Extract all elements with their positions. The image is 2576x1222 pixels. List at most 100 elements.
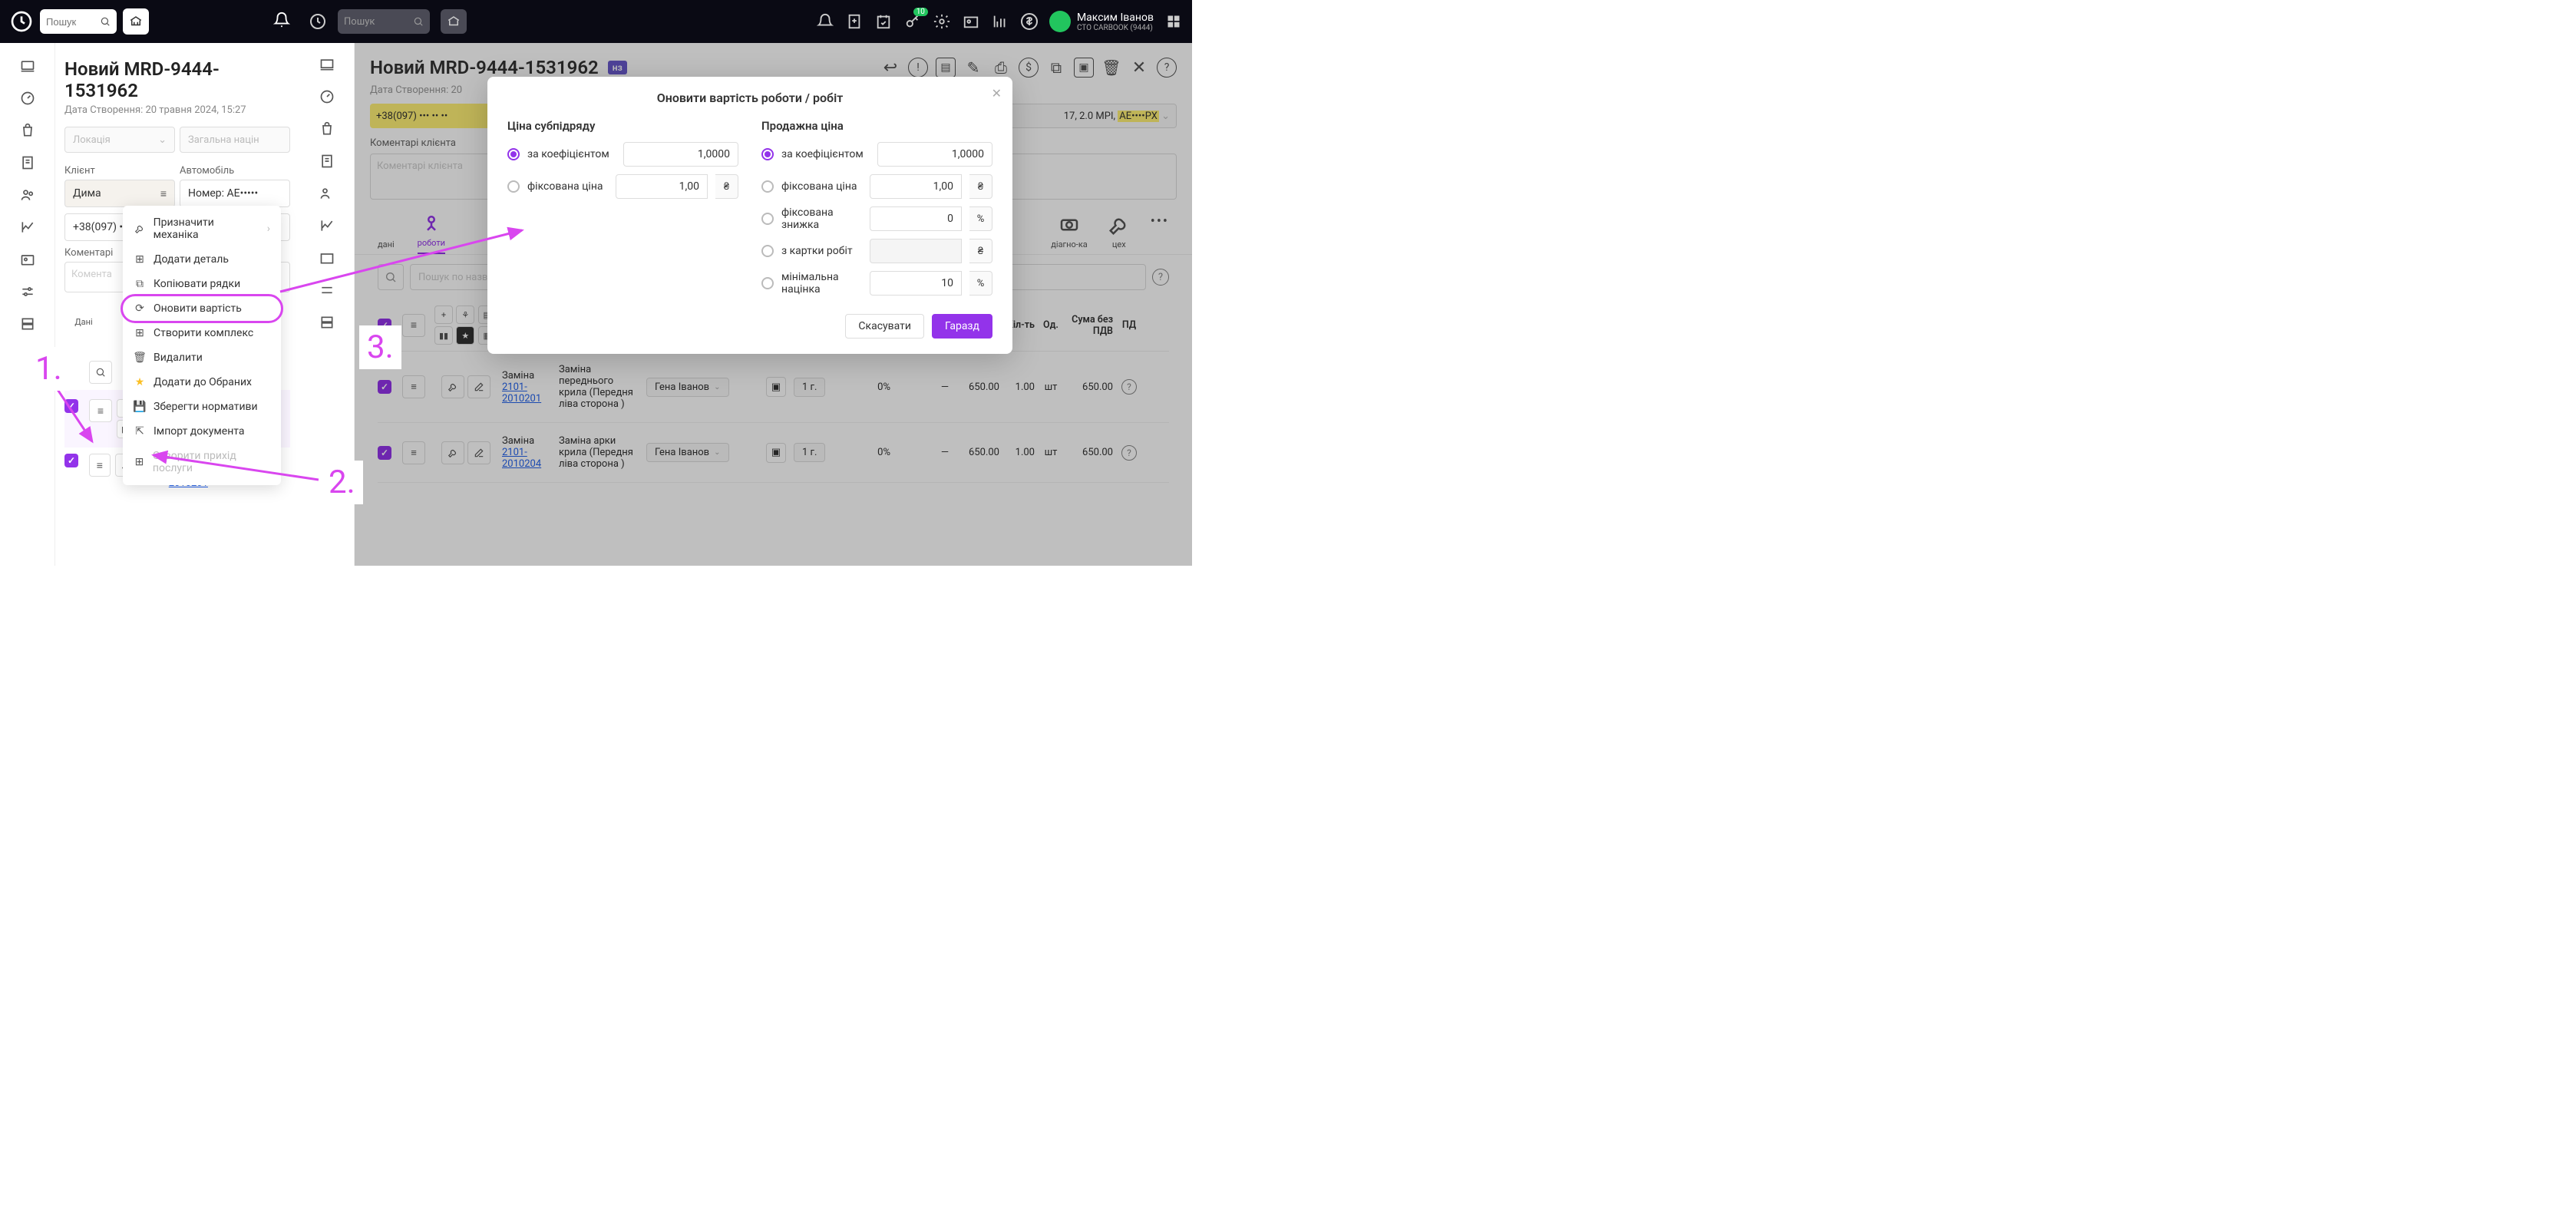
cancel-button[interactable]: Скасувати: [845, 314, 924, 339]
radio-sub-fixed[interactable]: [507, 180, 520, 193]
undo-icon[interactable]: ↩: [880, 58, 900, 78]
people-small-icon[interactable]: ⚘: [456, 306, 474, 324]
wrench-icon[interactable]: [441, 375, 464, 398]
gauge-icon[interactable]: [319, 89, 335, 107]
app-logo-icon[interactable]: [9, 9, 34, 34]
row-checkbox[interactable]: ✓: [64, 399, 78, 413]
server-icon[interactable]: [18, 315, 37, 333]
tab-shop[interactable]: цех: [1108, 213, 1131, 254]
chart-icon[interactable]: [18, 218, 37, 236]
close-icon[interactable]: ✕: [1129, 58, 1149, 78]
row-checkbox[interactable]: ✓: [378, 446, 391, 460]
bell-icon[interactable]: [273, 12, 290, 32]
sale-margin-input[interactable]: 10: [870, 271, 962, 296]
radio-sale-fixed[interactable]: [761, 180, 774, 193]
ctx-create-complex[interactable]: ⊞Створити комплекс: [123, 321, 281, 345]
norm-pill[interactable]: 1 г.: [794, 443, 825, 462]
ok-button[interactable]: Гаразд: [932, 314, 992, 339]
ctx-add-detail[interactable]: ⊞Додати деталь: [123, 247, 281, 272]
barchart-icon[interactable]: [991, 12, 1009, 31]
bag-icon[interactable]: [319, 121, 335, 140]
ctx-copy-rows[interactable]: ⧉Копіювати рядки: [123, 272, 281, 296]
save-icon[interactable]: ▣: [1074, 58, 1094, 78]
tab-data[interactable]: дані: [378, 239, 395, 254]
sale-disc-input[interactable]: 0: [870, 206, 962, 231]
work-code-link[interactable]: 2101-2010204: [502, 447, 554, 470]
apps-icon[interactable]: [1164, 12, 1183, 31]
sale-coef-input[interactable]: 1,0000: [877, 142, 992, 167]
doc-icon[interactable]: ▤: [936, 58, 956, 78]
people-icon[interactable]: [18, 186, 37, 204]
help-search-icon[interactable]: ?: [1152, 269, 1169, 286]
ctx-save-norms[interactable]: 💾Зберегти нормативи: [123, 395, 281, 419]
add-doc-icon[interactable]: [845, 12, 864, 31]
right-search[interactable]: Пошук: [338, 9, 430, 34]
row-checkbox[interactable]: ✓: [378, 380, 391, 394]
id-icon[interactable]: [962, 12, 980, 31]
bank-icon-button[interactable]: [123, 8, 149, 35]
radio-sale-disc[interactable]: [761, 213, 774, 225]
calendar-check-icon[interactable]: [874, 12, 893, 31]
radio-sale-coef[interactable]: [761, 148, 774, 160]
ctx-assign-mechanic[interactable]: Призначити механіка›: [123, 210, 281, 247]
row-menu[interactable]: ≡: [402, 375, 425, 398]
add-icon[interactable]: +: [434, 306, 453, 324]
norm-pill[interactable]: 1 г.: [794, 378, 825, 397]
wrench-icon[interactable]: [441, 441, 464, 464]
copy-icon[interactable]: ⧉: [1046, 58, 1066, 78]
ctx-import-doc[interactable]: ⇱Імпорт документа: [123, 419, 281, 444]
pencil-icon[interactable]: [467, 375, 490, 398]
print-icon[interactable]: ⎙: [991, 58, 1011, 78]
sale-fixed-input[interactable]: 1,00: [870, 174, 962, 199]
pencil-icon[interactable]: [467, 441, 490, 464]
mechanic-select[interactable]: Гена Іванов⌄: [646, 378, 729, 397]
trash-icon[interactable]: 🗑: [1101, 58, 1121, 78]
help-icon[interactable]: ?: [1157, 58, 1177, 78]
left-search-input[interactable]: [40, 9, 117, 34]
bag-icon[interactable]: [18, 121, 37, 140]
gauge-icon[interactable]: [18, 89, 37, 107]
modal-close-icon[interactable]: ✕: [992, 86, 1002, 101]
server-icon[interactable]: [319, 315, 335, 333]
receipt-icon[interactable]: [18, 154, 37, 172]
sub-coef-input[interactable]: 1,0000: [623, 142, 738, 167]
row-menu[interactable]: ≡: [402, 441, 425, 464]
bank-icon[interactable]: [441, 9, 467, 34]
vehicle-number-field[interactable]: Номер: АЕ•••••: [180, 180, 290, 207]
gear-icon[interactable]: [933, 12, 951, 31]
header-menu-btn[interactable]: ≡: [402, 314, 425, 337]
card-icon[interactable]: ▣: [766, 443, 786, 463]
receipt-icon[interactable]: [319, 154, 335, 172]
dollar-icon[interactable]: [1020, 12, 1039, 31]
mechanic-select[interactable]: Гена Іванов⌄: [646, 443, 729, 462]
signature-icon[interactable]: ✎: [963, 58, 983, 78]
star-icon[interactable]: ★: [456, 326, 474, 345]
people-icon[interactable]: [319, 186, 335, 204]
location-select[interactable]: Локація⌄: [64, 127, 175, 153]
chart-icon[interactable]: [319, 218, 335, 236]
tab-data[interactable]: Дані: [64, 317, 103, 327]
id-card-icon[interactable]: [319, 250, 335, 269]
id-card-icon[interactable]: [18, 250, 37, 269]
user-menu[interactable]: Максим Іванов СТО CARBOOK (9444): [1049, 11, 1154, 32]
ctx-delete[interactable]: 🗑Видалити: [123, 345, 281, 370]
money-icon[interactable]: $: [1019, 58, 1039, 78]
sub-fixed-input[interactable]: 1,00: [616, 174, 708, 199]
pd-help-icon[interactable]: ?: [1121, 445, 1137, 461]
search-btn-small[interactable]: [89, 361, 112, 384]
ctx-update-price[interactable]: ⟳Оновити вартість: [123, 296, 281, 321]
app-logo-icon[interactable]: [309, 12, 327, 31]
row-checkbox-1[interactable]: ✓: [64, 454, 78, 467]
work-code-link[interactable]: 2101-2010201: [502, 381, 554, 405]
row-menu-btn[interactable]: ≡: [89, 399, 112, 422]
key-icon[interactable]: 10: [903, 12, 922, 31]
laptop-icon[interactable]: [18, 57, 37, 75]
bell-icon[interactable]: [816, 12, 834, 31]
markup-select[interactable]: Загальна націн: [180, 127, 290, 153]
more-tabs-icon[interactable]: •••: [1151, 213, 1169, 254]
card-icon[interactable]: ▣: [766, 377, 786, 397]
info-icon[interactable]: !: [908, 58, 928, 78]
search-square[interactable]: [378, 264, 404, 290]
tab-diagnostics[interactable]: діагно-ка: [1051, 213, 1088, 254]
laptop-icon[interactable]: [319, 57, 335, 75]
